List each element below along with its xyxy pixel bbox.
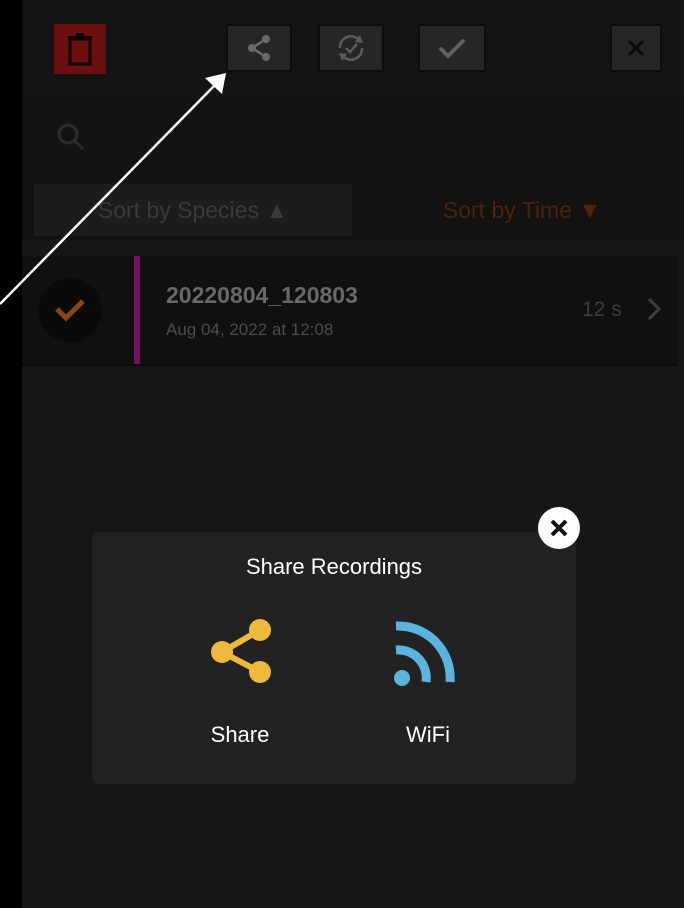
annotation-arrow [0, 73, 226, 305]
